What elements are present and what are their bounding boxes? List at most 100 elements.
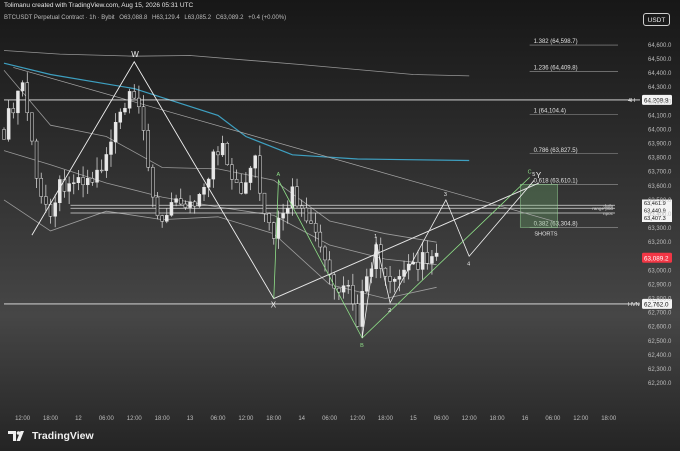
x-tick-label: 18:00 [378, 416, 394, 422]
candle-body [34, 140, 39, 179]
y-tick-label: 63,200.0 [648, 240, 672, 246]
descending-trendline [13, 67, 553, 222]
candle-body [179, 198, 183, 205]
wxy-pattern-label: Y [536, 171, 542, 180]
fib-level-label: 1.236 (64,409.8) [534, 66, 578, 72]
candle-body [392, 279, 397, 282]
candle-body [355, 303, 360, 327]
candle-body [67, 183, 71, 192]
abc-pattern-line [273, 177, 530, 339]
candle-body [416, 261, 420, 270]
candle-body [127, 91, 132, 109]
y-tick-label: 64,500.0 [648, 57, 672, 63]
y-tick-label: 64,300.0 [648, 85, 672, 91]
candle-body [109, 141, 113, 155]
x-tick-label: 16 [522, 416, 529, 422]
candle-body [383, 267, 388, 277]
candle-body [90, 178, 95, 183]
moving-average-line [3, 70, 437, 243]
y-tick-label: 62,800.0 [648, 297, 672, 303]
candle-body [118, 111, 123, 123]
y-tick-label: 62,900.0 [648, 282, 672, 288]
candle-body [434, 252, 439, 257]
x-tick-label: 15 [410, 416, 417, 422]
reference-line-label: npoc [603, 211, 614, 216]
y-tick-label: 62,500.0 [648, 339, 672, 345]
candle-body [234, 179, 239, 183]
key-level-tag: HVN [628, 302, 640, 308]
y-tick-label: 63,500.0 [648, 198, 672, 204]
projection-label: 2 [388, 308, 391, 314]
candle-body [281, 213, 285, 219]
candle-body [272, 222, 276, 239]
moving-average-line [3, 199, 437, 299]
candle-body [397, 276, 402, 280]
candle-body [155, 196, 160, 216]
candle-body [239, 182, 243, 194]
y-tick-label: 63,400.0 [648, 212, 672, 218]
x-tick-label: 06:00 [322, 416, 338, 422]
candle-body [225, 143, 230, 165]
candle-body [341, 285, 346, 293]
candle-body [20, 82, 25, 92]
candle-body [346, 285, 350, 287]
candle-body [365, 276, 369, 292]
candle-body [30, 112, 34, 142]
candle-body [146, 130, 150, 168]
candle-body [85, 178, 90, 186]
candle-body [141, 106, 146, 131]
abc-pattern-label: A [276, 172, 280, 178]
y-tick-label: 64,400.0 [648, 71, 672, 77]
price-chart[interactable]: 1.382 (64,598.7) 1.236 (64,409.8) 1 (64,10… [0, 0, 680, 451]
candle-body [174, 198, 178, 203]
candle-body [99, 169, 104, 172]
candle-body [211, 151, 216, 180]
y-tick-label: 63,800.0 [648, 156, 672, 162]
x-tick-label: 12:00 [127, 416, 143, 422]
y-tick-label: 63,600.0 [648, 184, 672, 190]
candle-body [165, 215, 169, 222]
candle-body [104, 154, 109, 171]
candle-body [351, 285, 355, 304]
wxy-pattern-line [31, 60, 540, 300]
x-tick-label: 06:00 [545, 416, 561, 422]
y-tick-label: 62,700.0 [648, 311, 672, 317]
candle-body [137, 97, 141, 107]
x-tick-label: 06:00 [99, 416, 115, 422]
current-price-label: 63,089.2 [644, 255, 669, 262]
candle-body [299, 205, 304, 209]
tradingview-logo-icon [8, 431, 24, 441]
candle-body [216, 151, 220, 156]
tradingview-logo[interactable]: TradingView [8, 430, 94, 442]
y-tick-label: 63,700.0 [648, 170, 672, 176]
candle-body [327, 259, 332, 276]
candle-body [244, 182, 248, 194]
candle-body [258, 155, 262, 194]
candle-body [318, 231, 323, 248]
candle-body [220, 143, 225, 156]
x-tick-label: 06:00 [210, 416, 226, 422]
candle-body [95, 169, 99, 183]
candle-body [58, 179, 62, 203]
x-tick-label: 12:00 [573, 416, 589, 422]
candle-body [388, 276, 392, 282]
y-tick-label: 63,300.0 [648, 226, 672, 232]
candle-body [248, 167, 253, 183]
candle-body [44, 196, 48, 205]
candle-body [6, 108, 11, 140]
moving-average-line [3, 50, 470, 77]
chart-screenshot: Tolimanu created with TradingView.com, A… [0, 0, 680, 451]
x-tick-label: 18:00 [155, 416, 171, 422]
projection-label: 1 [374, 234, 377, 240]
y-tick-label: 63,900.0 [648, 142, 672, 148]
candle-body [425, 252, 430, 264]
projection-label: 3 [444, 192, 447, 198]
candle-body [253, 155, 257, 169]
shorts-zone-label: SHORTS [534, 231, 557, 237]
support-trendline [273, 182, 540, 299]
candle-body [123, 107, 127, 113]
y-tick-label: 62,300.0 [648, 367, 672, 373]
y-tick-label: 63,000.0 [648, 268, 672, 274]
candle-body [53, 202, 57, 217]
candle-body [323, 246, 327, 261]
